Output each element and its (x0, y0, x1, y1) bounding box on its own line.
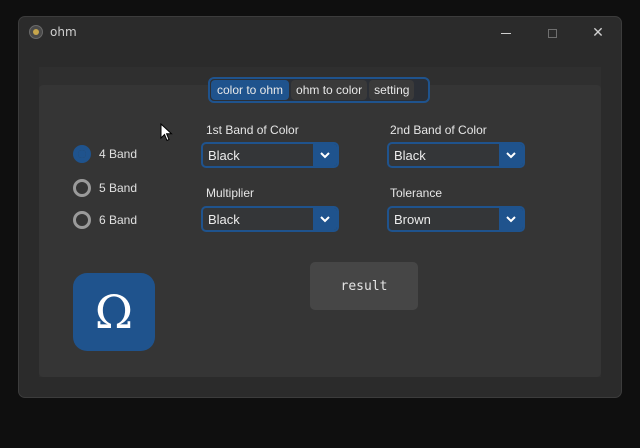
tolerance-value: Brown (394, 212, 431, 227)
minimize-button[interactable] (483, 17, 529, 49)
maximize-button[interactable] (529, 17, 575, 49)
multiplier-label: Multiplier (206, 186, 255, 200)
multiplier-dropdown[interactable]: Black (201, 206, 339, 232)
radio-label: 5 Band (99, 181, 138, 195)
tab-ohm-to-color[interactable]: ohm to color (291, 80, 368, 100)
radio-4-band[interactable]: 4 Band (73, 145, 137, 163)
multiplier-value: Black (208, 212, 240, 227)
radio-6-band[interactable]: 6 Band (73, 211, 137, 229)
band1-value: Black (208, 148, 240, 163)
app-window: ohm ✕ color to ohm ohm to color setting … (18, 16, 622, 398)
minimize-icon (501, 32, 511, 34)
band2-value: Black (394, 148, 426, 163)
close-icon: ✕ (592, 25, 604, 41)
mouse-cursor-icon (160, 123, 173, 142)
radio-label: 4 Band (99, 147, 138, 161)
tolerance-label: Tolerance (390, 186, 443, 200)
chevron-down-icon[interactable] (313, 208, 337, 230)
chevron-down-icon[interactable] (499, 144, 523, 166)
result-button[interactable]: result (310, 262, 418, 310)
tab-setting[interactable]: setting (369, 80, 415, 100)
tab-color-to-ohm[interactable]: color to ohm (211, 80, 290, 100)
radio-indicator-checked[interactable] (73, 145, 91, 163)
close-button[interactable]: ✕ (575, 17, 621, 49)
radio-5-band[interactable]: 5 Band (73, 179, 137, 197)
radio-indicator[interactable] (73, 179, 91, 197)
band1-label: 1st Band of Color (206, 123, 299, 137)
omega-icon: Ω (94, 285, 134, 339)
tab-bar: color to ohm ohm to color setting (208, 77, 430, 103)
ohm-logo: Ω (73, 273, 155, 351)
radio-indicator[interactable] (73, 211, 91, 229)
chevron-down-icon[interactable] (499, 208, 523, 230)
chevron-down-icon[interactable] (313, 144, 337, 166)
window-title: ohm (50, 25, 77, 39)
band2-dropdown[interactable]: Black (387, 142, 525, 168)
tolerance-dropdown[interactable]: Brown (387, 206, 525, 232)
app-icon (29, 25, 43, 39)
band1-dropdown[interactable]: Black (201, 142, 339, 168)
maximize-icon (547, 28, 557, 38)
radio-label: 6 Band (99, 213, 138, 227)
title-bar[interactable]: ohm ✕ (19, 17, 621, 49)
band2-label: 2nd Band of Color (390, 123, 487, 137)
